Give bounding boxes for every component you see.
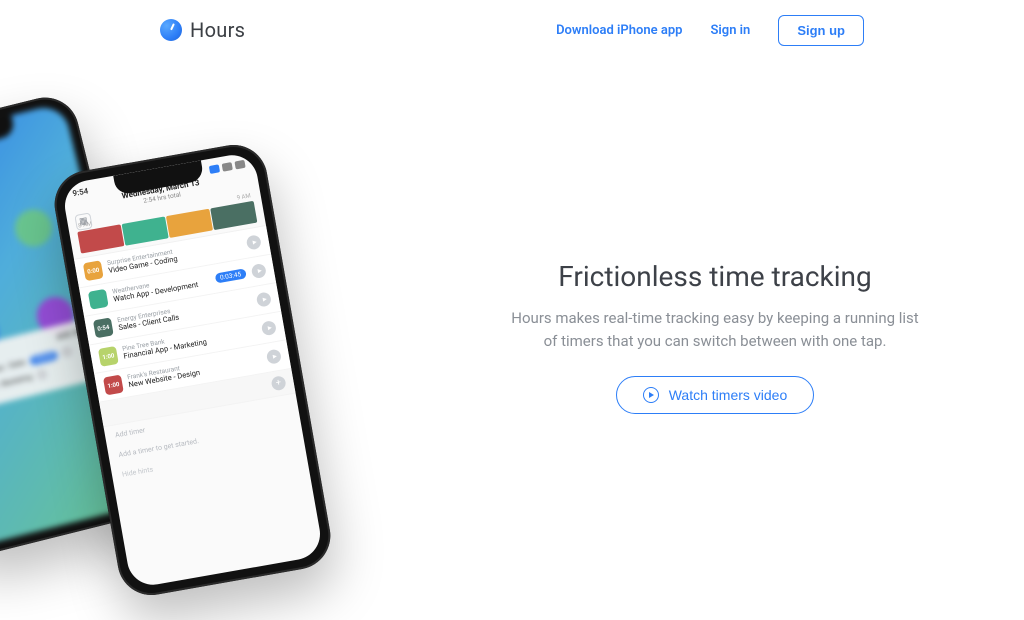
download-app-link[interactable]: Download iPhone app xyxy=(556,23,682,38)
wifi-icon xyxy=(222,162,233,172)
play-icon xyxy=(643,387,659,403)
status-icons xyxy=(209,159,246,174)
timer-row: 1:00Pine Tree BankFinancial App - Market… xyxy=(89,312,286,374)
play-icon xyxy=(266,349,282,365)
battery-icon xyxy=(234,159,245,169)
widget-row: Pine Tree Bank - Marketing xyxy=(0,350,112,405)
plus-icon xyxy=(270,375,286,391)
client-name: Surprise Entertainment xyxy=(107,237,241,267)
signin-link[interactable]: Sign in xyxy=(710,23,750,38)
color-swatch: 1:00 xyxy=(103,375,124,396)
site-header: Hours Download iPhone app Sign in Sign u… xyxy=(0,0,1024,60)
color-swatch xyxy=(88,289,109,310)
timeline-segment xyxy=(77,224,124,253)
timeline-segment xyxy=(210,201,257,230)
phone-mockups: HOURS Add Widget Energy Enterprises - Sa… xyxy=(0,100,410,620)
elapsed-chip: 0:03:45 xyxy=(214,268,247,283)
play-icon xyxy=(61,346,73,358)
hint-row: Add a timer to get started. xyxy=(107,413,303,467)
widget-row-chip: 0:03:45 xyxy=(29,350,58,365)
watch-video-label: Watch timers video xyxy=(669,387,788,403)
watch-video-button[interactable]: Watch timers video xyxy=(616,376,815,414)
widget-row: Energy Enterprises - Sales0:03:45 xyxy=(0,334,108,389)
client-name: Weathervane xyxy=(112,272,209,296)
play-icon xyxy=(251,263,267,279)
timeline-segment xyxy=(122,216,169,245)
task-name: New Website - Design xyxy=(128,358,262,390)
play-icon xyxy=(256,291,272,307)
timer-row: WeathervaneWatch App - Development0:03:4… xyxy=(79,255,276,317)
task-name: Video Game - Coding xyxy=(108,244,242,276)
play-icon xyxy=(36,369,48,381)
timer-row: 0:54Energy EnterprisesSales - Client Cal… xyxy=(84,283,281,345)
timeline-segment xyxy=(166,209,213,238)
phone-front: 9:54 ▦ Wednesday, March 13 2:54 hrs tota… xyxy=(49,140,335,601)
task-name: Watch App - Development xyxy=(113,279,211,304)
play-icon xyxy=(261,320,277,336)
client-name: Energy Enterprises xyxy=(117,294,251,324)
play-icon xyxy=(246,234,262,250)
scale-end: 9 AM xyxy=(236,192,251,201)
day-subtitle: 2:54 hrs total xyxy=(93,182,231,214)
home-widget: HOURS Add Widget Energy Enterprises - Sa… xyxy=(0,313,124,417)
signal-icon xyxy=(209,164,220,174)
client-name: Frank's Restaurant xyxy=(127,351,261,381)
hero-description: Hours makes real-time tracking easy by k… xyxy=(510,307,920,354)
task-name: Sales - Client Calls xyxy=(118,301,252,333)
hide-hints-row: Hide hints xyxy=(111,433,307,487)
timer-row: 1:00Frank's RestaurantNew Website - Desi… xyxy=(94,340,291,402)
color-swatch: 0:54 xyxy=(93,317,114,338)
scale-start: 8 AM xyxy=(78,220,93,229)
brand-logo[interactable]: Hours xyxy=(160,18,245,42)
add-timer-button xyxy=(99,369,295,427)
hero-title: Frictionless time tracking xyxy=(510,260,920,293)
timer-row: 0:00Surprise EntertainmentVideo Game - C… xyxy=(74,226,271,288)
day-timeline xyxy=(77,201,257,254)
client-name: Pine Tree Bank xyxy=(122,323,256,353)
color-swatch: 1:00 xyxy=(98,346,119,367)
widget-row-label: Energy Enterprises - Sales xyxy=(0,358,27,385)
brand-name: Hours xyxy=(190,18,245,42)
hero-section: Frictionless time tracking Hours makes r… xyxy=(510,260,920,414)
color-swatch: 0:00 xyxy=(83,260,104,281)
clock-icon xyxy=(160,19,182,41)
widget-row-label: Pine Tree Bank - Marketing xyxy=(0,373,33,401)
phone-back: HOURS Add Widget Energy Enterprises - Sa… xyxy=(0,90,174,559)
day-title: Wednesday, March 13 xyxy=(91,173,229,206)
task-name: Financial App - Marketing xyxy=(123,330,257,362)
timer-list: 0:00Surprise EntertainmentVideo Game - C… xyxy=(74,225,296,427)
widget-add-label: Add Widget xyxy=(56,323,103,342)
status-time: 9:54 xyxy=(72,186,89,198)
signup-button[interactable]: Sign up xyxy=(778,15,864,46)
calendar-icon: ▦ xyxy=(74,212,93,231)
add-timer-row: Add timer xyxy=(104,393,300,447)
